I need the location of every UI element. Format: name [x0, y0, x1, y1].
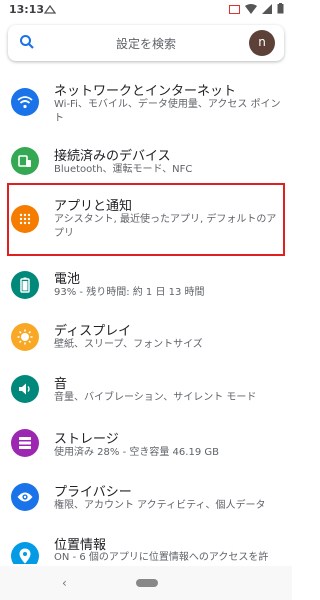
settings-search-bar[interactable]: 設定を検索 n [8, 25, 284, 61]
apps-icon [11, 205, 39, 233]
item-title: ディスプレイ [54, 324, 132, 339]
status-time: 13:13 [9, 3, 45, 16]
status-icons [229, 3, 284, 17]
sound-icon [11, 375, 39, 403]
item-subtitle: Bluetooth、運転モード、NFC [54, 164, 193, 175]
settings-item-network[interactable]: ネットワークとインターネット Wi-Fi、モバイル、データ使用量、アクセス ポイ… [0, 76, 292, 126]
battery-status-icon [277, 3, 284, 17]
item-subtitle: 権限、アカウント アクティビティ、個人データ [54, 500, 266, 511]
item-title: アプリと通知 [54, 199, 133, 214]
item-title: ストレージ [54, 432, 119, 447]
item-title: 接続済みのデバイス [54, 149, 171, 164]
settings-item-battery[interactable]: 電池 93% - 残り時間: 約 1 日 13 時間 [0, 266, 292, 306]
search-placeholder: 設定を検索 [115, 37, 176, 51]
settings-item-privacy[interactable]: プライバシー 権限、アカウント アクティビティ、個人データ [0, 479, 292, 519]
item-subtitle: Wi-Fi、モバイル、データ使用量、アクセス ポイント [54, 99, 281, 124]
navigation-bar: ‹ [0, 566, 292, 600]
settings-item-connected-devices[interactable]: 接続済みのデバイス Bluetooth、運転モード、NFC [0, 141, 292, 181]
settings-item-sound[interactable]: 音 音量、バイブレーション、サイレント モード [0, 371, 292, 411]
item-subtitle: 音量、バイブレーション、サイレント モード [54, 392, 257, 403]
display-icon [11, 323, 39, 351]
item-title: ネットワークとインターネット [54, 84, 237, 99]
devices-icon [11, 147, 39, 175]
privacy-icon [11, 483, 39, 511]
cast-icon [229, 4, 240, 17]
item-subtitle: ON - 6 個のアプリに位置情報へのアクセスを許 [54, 552, 269, 563]
status-bar: 13:13 [0, 0, 292, 20]
item-subtitle: 使用済み 28% - 空き容量 46.19 GB [54, 447, 219, 458]
wifi-status-icon [245, 3, 257, 17]
item-title: 電池 [54, 272, 81, 287]
item-subtitle: アシスタント, 最近使ったアプリ, デフォルトのアプリ [54, 214, 277, 239]
home-button[interactable] [136, 579, 158, 587]
item-title: プライバシー [54, 485, 132, 500]
battery-icon [11, 271, 39, 299]
item-subtitle: 93% - 残り時間: 約 1 日 13 時間 [54, 287, 205, 298]
settings-item-storage[interactable]: ストレージ 使用済み 28% - 空き容量 46.19 GB [0, 425, 292, 465]
settings-item-display[interactable]: ディスプレイ 壁紙、スリープ、フォントサイズ [0, 317, 292, 357]
wifi-icon [11, 88, 39, 116]
location-icon [11, 542, 39, 564]
cloud-sync-icon [43, 4, 57, 17]
item-title: 音 [54, 377, 68, 392]
storage-icon [11, 429, 39, 457]
signal-icon [262, 3, 272, 17]
settings-item-location[interactable]: 位置情報 ON - 6 個のアプリに位置情報へのアクセスを許 [0, 534, 292, 564]
account-avatar[interactable]: n [249, 30, 275, 56]
back-button[interactable]: ‹ [62, 576, 67, 590]
item-subtitle: 壁紙、スリープ、フォントサイズ [54, 339, 203, 350]
settings-item-apps-notifications[interactable]: アプリと通知 アシスタント, 最近使ったアプリ, デフォルトのアプリ [0, 192, 292, 248]
